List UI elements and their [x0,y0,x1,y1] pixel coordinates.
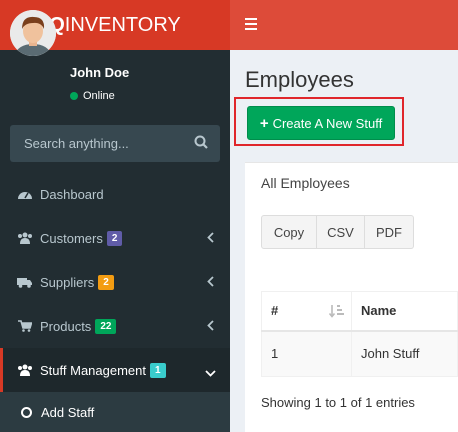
submenu-item-label: Add Staff [41,404,95,420]
search-icon[interactable] [194,135,208,154]
column-header-number[interactable]: # [261,291,352,332]
avatar [10,10,56,56]
cell-name: John Stuff [351,330,458,377]
chevron-left-icon [207,319,214,334]
badge: 2 [106,230,123,246]
sidebar-item-label: Suppliers [40,274,95,290]
badge: 22 [95,318,117,334]
users-icon [17,364,33,376]
plus-icon: + [259,114,269,132]
export-buttons: Copy CSV PDF [261,215,414,249]
column-header-label: # [271,303,279,319]
copy-button[interactable]: Copy [261,215,317,249]
cell-number: 1 [261,330,352,377]
sidebar-item-products[interactable]: Products 22 [0,304,230,348]
chevron-left-icon [207,275,214,290]
sidebar-item-label: Customers [40,230,103,246]
truck-icon [17,276,33,288]
table-info: Showing 1 to 1 of 1 entries [261,395,415,410]
chevron-left-icon [207,231,214,246]
chevron-down-icon [205,365,216,380]
online-dot-icon [70,92,78,100]
sidebar-item-stuff-management[interactable]: Stuff Management 1 [0,348,230,392]
create-stuff-button[interactable]: + Create A New Stuff [247,106,395,140]
sidebar-item-label: Products [40,318,92,334]
users-icon [17,232,33,244]
employees-box: All Employees Copy CSV PDF # Name 1 John… [245,162,458,432]
top-navbar [230,0,458,50]
create-stuff-label: Create A New Stuff [272,115,383,131]
submenu-item-add-staff[interactable]: Add Staff [0,392,230,432]
cart-icon [17,320,33,332]
sidebar-item-label: Dashboard [40,186,104,202]
logo-name: INVENTORY [64,13,181,36]
dashboard-icon [17,188,33,200]
box-title: All Employees [261,175,350,191]
employees-table: # Name 1 John Stuff [261,291,458,377]
menu-toggle-icon[interactable] [245,18,257,30]
page-title: Employees [245,67,354,92]
sidebar-item-dashboard[interactable]: Dashboard [0,172,230,216]
table-header-row: # Name [261,291,458,332]
sidebar-search [10,125,220,162]
column-header-name[interactable]: Name [351,291,458,332]
search-input[interactable] [24,136,184,151]
user-status: Online [70,90,115,102]
table-row[interactable]: 1 John Stuff [261,330,458,377]
sidebar-item-customers[interactable]: Customers 2 [0,216,230,260]
user-name: John Doe [70,65,130,80]
sidebar-item-suppliers[interactable]: Suppliers 2 [0,260,230,304]
user-status-label: Online [83,90,115,102]
badge: 1 [150,362,166,378]
csv-button[interactable]: CSV [317,215,365,249]
circle-icon [21,406,32,418]
sort-icon [328,304,345,321]
pdf-button[interactable]: PDF [365,215,414,249]
sidebar: QINVENTORY John Doe Online Dashboard Cus… [0,0,230,432]
sidebar-item-label: Stuff Management [40,362,146,378]
badge: 2 [98,274,114,290]
